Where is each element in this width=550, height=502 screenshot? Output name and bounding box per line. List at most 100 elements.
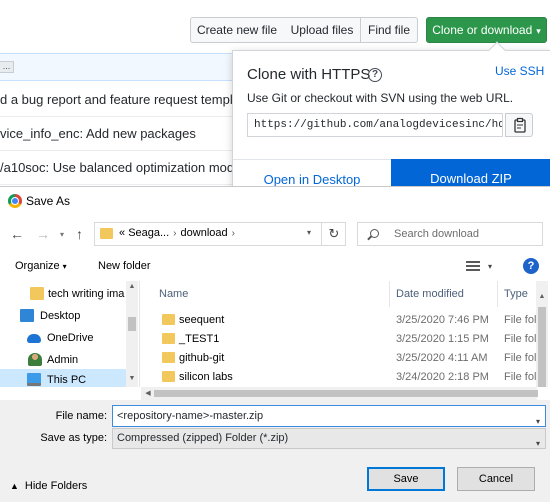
nav-item-label: tech writing ima <box>48 288 125 300</box>
save-as-type-value: Compressed (zipped) Folder (*.zip) <box>117 432 289 444</box>
onedrive-icon <box>27 334 41 343</box>
folder-icon <box>162 314 175 325</box>
organize-label: Organize <box>15 260 60 272</box>
organize-menu[interactable]: Organize ▾ <box>15 260 67 272</box>
column-header-name[interactable]: Name <box>141 281 390 307</box>
new-folder-button[interactable]: New folder <box>98 260 151 272</box>
horizontal-scrollbar[interactable]: ◀ <box>141 387 538 400</box>
nav-item-desktop[interactable]: Desktop <box>0 305 126 327</box>
folder-icon <box>30 287 44 300</box>
dialog-toolbar: Organize ▾ New folder ▾ ? <box>0 253 550 281</box>
column-header-date-modified[interactable]: Date modified <box>390 281 498 307</box>
column-header-type[interactable]: Type <box>498 281 538 307</box>
this-pc-icon <box>27 373 41 386</box>
up-arrow-icon[interactable]: ↑ <box>76 226 83 242</box>
chevron-down-icon: ▾ <box>535 439 540 448</box>
file-date: 3/25/2020 1:15 PM <box>396 333 489 345</box>
folder-icon <box>162 333 175 344</box>
file-type: File fol <box>504 371 537 383</box>
find-file-button[interactable]: Find file <box>360 17 418 43</box>
file-name: _TEST1 <box>179 333 220 345</box>
file-name-input[interactable]: <repository-name>-master.zip ▾ <box>112 405 546 427</box>
address-bar[interactable]: « Seaga... › download › ▾ ↻ <box>94 222 346 246</box>
breadcrumb-segment[interactable]: Seaga... <box>128 227 169 239</box>
hide-folders-button[interactable]: ▲ Hide Folders <box>10 480 87 492</box>
expand-commit-button[interactable]: ... <box>0 61 14 73</box>
desktop-icon <box>20 309 34 322</box>
nav-item-label: Desktop <box>40 310 81 322</box>
file-name: seequent <box>179 314 225 326</box>
file-date: 3/25/2020 7:46 PM <box>396 314 489 326</box>
nav-item-admin[interactable]: Admin <box>0 349 126 371</box>
scroll-up-icon[interactable]: ▲ <box>536 293 548 300</box>
file-list: Name Date modified Type seequent 3/25/20… <box>141 281 550 387</box>
scroll-up-icon[interactable]: ▲ <box>126 283 138 290</box>
scroll-left-icon[interactable]: ◀ <box>142 389 154 397</box>
save-button[interactable]: Save <box>367 467 445 491</box>
clipboard-icon <box>514 117 526 133</box>
search-icon <box>370 229 379 238</box>
file-date: 3/25/2020 4:11 AM <box>396 352 488 364</box>
chevron-down-icon: ▾ <box>62 262 67 271</box>
view-dropdown-icon[interactable]: ▾ <box>488 262 492 271</box>
scrollbar-thumb[interactable] <box>538 307 546 387</box>
use-ssh-link[interactable]: Use SSH <box>495 64 544 78</box>
chevron-right-icon: › <box>173 228 177 239</box>
file-row[interactable]: silicon labs 3/24/2020 2:18 PM File fol <box>141 368 536 386</box>
save-as-dialog: Save As ← → ▾ ↑ « Seaga... › download › ▾ ↻… <box>0 186 550 502</box>
refresh-icon[interactable]: ↻ <box>321 223 346 245</box>
view-options-icon[interactable] <box>466 261 480 273</box>
search-placeholder: Search download <box>394 228 480 240</box>
clone-url-field[interactable]: https://github.com/analogdevicesinc/hdl. <box>247 113 503 137</box>
nav-item-label: Admin <box>47 354 79 366</box>
cancel-button[interactable]: Cancel <box>457 467 535 491</box>
save-as-type-select[interactable]: Compressed (zipped) Folder (*.zip) ▾ <box>112 428 546 449</box>
github-page: Create new file Upload files Find file C… <box>0 0 550 195</box>
file-type: File fol <box>504 314 537 326</box>
create-new-file-button[interactable]: Create new file <box>190 17 284 43</box>
file-row[interactable]: seequent 3/25/2020 7:46 PM File fol <box>141 311 536 329</box>
file-name: silicon labs <box>179 371 233 383</box>
folder-icon <box>162 352 175 363</box>
hide-folders-label: Hide Folders <box>24 480 88 492</box>
scrollbar-thumb[interactable] <box>128 317 136 331</box>
caret-up-icon: ▲ <box>10 481 19 491</box>
search-box[interactable]: Search download <box>357 222 543 246</box>
file-date: 3/24/2020 2:18 PM <box>396 371 489 383</box>
nav-item-tech-writing[interactable]: tech writing ima <box>0 283 126 305</box>
help-icon[interactable]: ? <box>523 258 539 274</box>
upload-files-button[interactable]: Upload files <box>283 17 361 43</box>
dialog-title-bar[interactable]: Save As <box>0 187 550 215</box>
file-name: github-git <box>179 352 225 364</box>
scroll-down-icon[interactable]: ▼ <box>126 375 138 382</box>
copy-url-button[interactable] <box>505 113 533 137</box>
nav-item-onedrive[interactable]: OneDrive <box>0 327 126 349</box>
file-row[interactable]: _TEST1 3/25/2020 1:15 PM File fol <box>141 330 536 348</box>
help-icon[interactable]: ? <box>368 68 382 82</box>
scrollbar-thumb[interactable] <box>154 390 538 397</box>
address-dropdown-icon[interactable]: ▾ <box>307 228 311 237</box>
chevron-right-icon: › <box>231 228 235 239</box>
clone-title: Clone with HTTPS <box>247 66 371 83</box>
folder-icon <box>100 228 113 239</box>
repo-toolbar: Create new file Upload files Find file C… <box>0 0 550 52</box>
file-list-scrollbar[interactable]: ▲ <box>536 281 548 387</box>
nav-item-label: OneDrive <box>47 332 94 344</box>
file-name-label: File name: <box>55 410 107 422</box>
recent-locations-dropdown-icon[interactable]: ▾ <box>60 230 64 239</box>
chrome-icon <box>8 194 22 208</box>
user-icon <box>28 353 42 366</box>
breadcrumb-segment[interactable]: download <box>181 227 228 239</box>
save-as-type-label: Save as type: <box>40 432 107 444</box>
back-arrow-icon[interactable]: ← <box>10 226 24 242</box>
file-name-value: <repository-name>-master.zip <box>116 408 265 424</box>
clone-or-download-button[interactable]: Clone or download ▾ <box>426 17 547 43</box>
navigation-scrollbar[interactable]: ▲ ▼ <box>126 281 138 387</box>
nav-item-this-pc[interactable]: This PC <box>0 369 126 387</box>
forward-arrow-icon[interactable]: → <box>36 226 50 242</box>
navigation-bar: ← → ▾ ↑ « Seaga... › download › ▾ ↻ Search … <box>0 215 550 253</box>
clone-description: Use Git or checkout with SVN using the w… <box>247 91 514 105</box>
file-row[interactable]: github-git 3/25/2020 4:11 AM File fol <box>141 349 536 367</box>
breadcrumb-overflow[interactable]: « <box>119 227 125 239</box>
clone-or-download-label: Clone or download <box>432 23 533 37</box>
